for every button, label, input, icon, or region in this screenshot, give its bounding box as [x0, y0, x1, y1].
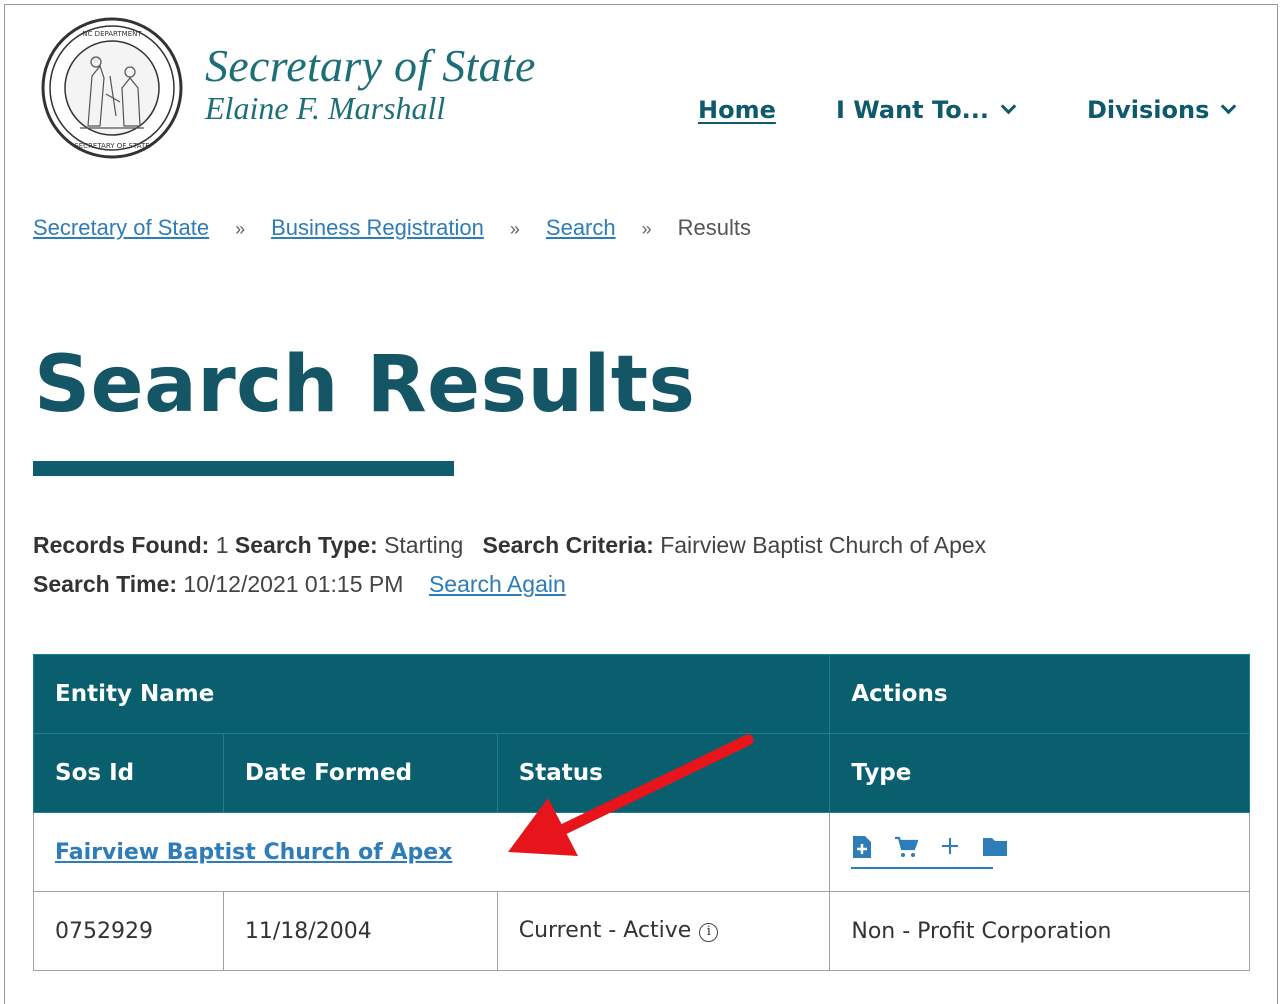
search-again-link[interactable]: Search Again [429, 571, 566, 597]
info-icon[interactable]: i [699, 923, 719, 942]
records-found-value: 1 [215, 532, 229, 558]
folder-icon[interactable] [982, 836, 1008, 864]
breadcrumb-business-registration[interactable]: Business Registration [271, 215, 484, 240]
svg-text:SECRETARY OF STATE: SECRETARY OF STATE [74, 142, 149, 150]
breadcrumb-separator: » [235, 219, 246, 239]
annotation-arrow-icon [508, 734, 754, 856]
table-row: 0752929 11/18/2004 Current - Active i Non… [33, 891, 1250, 971]
sos-id-cell: 0752929 [33, 891, 224, 971]
type-cell: Non - Profit Corporation [829, 891, 1250, 971]
breadcrumb-secretary-of-state[interactable]: Secretary of State [33, 215, 209, 240]
search-criteria-label: Search Criteria: [482, 532, 654, 558]
status-cell: Current - Active i [496, 891, 831, 971]
table-header-row: Entity Name Actions [32, 654, 1250, 734]
file-add-icon[interactable] [851, 835, 873, 865]
header-sos-id: Sos Id [33, 733, 224, 813]
nav-divisions[interactable]: Divisions [1087, 96, 1237, 124]
site-subtitle: Elaine F. Marshall [205, 90, 446, 126]
search-summary: Records Found: 1 Search Type: Starting S… [33, 532, 986, 559]
header-actions: Actions [829, 654, 1250, 734]
shopping-cart-icon[interactable] [894, 835, 919, 865]
nav-divisions-label: Divisions [1087, 96, 1210, 124]
search-time-label: Search Time: [33, 571, 178, 597]
site-title: Secretary of State [205, 40, 536, 91]
chevron-down-icon [1221, 98, 1237, 115]
nav-home[interactable]: Home [698, 96, 776, 124]
status-value: Current - Active [518, 918, 692, 943]
site-brand[interactable]: Secretary of State Elaine F. Marshall [205, 40, 536, 124]
records-found-label: Records Found: [33, 532, 210, 558]
header-entity-name: Entity Name [32, 654, 831, 734]
breadcrumb: Secretary of State » Business Registration… [33, 215, 751, 241]
svg-text:NC DEPARTMENT: NC DEPARTMENT [82, 30, 142, 38]
search-criteria-value: Fairview Baptist Church of Apex [660, 532, 987, 558]
page-title: Search Results [34, 340, 696, 430]
actions-underline [851, 867, 994, 869]
title-underline-bar [33, 461, 454, 476]
header-type: Type [829, 733, 1250, 813]
breadcrumb-search[interactable]: Search [546, 215, 616, 240]
search-type-value: Starting [384, 532, 464, 558]
breadcrumb-separator: » [509, 219, 520, 239]
plus-icon[interactable] [939, 835, 961, 865]
search-time-value: 10/12/2021 01:15 PM [183, 571, 404, 597]
nc-seal-logo[interactable]: NC DEPARTMENT SECRETARY OF STATE [40, 16, 184, 160]
actions-cell [829, 812, 1250, 892]
nav-i-want-to[interactable]: I Want To... [836, 96, 1017, 124]
breadcrumb-current: Results [677, 215, 751, 240]
breadcrumb-separator: » [641, 219, 652, 239]
header-date-formed: Date Formed [222, 733, 498, 813]
entity-name-link[interactable]: Fairview Baptist Church of Apex [55, 840, 452, 865]
date-formed-cell: 11/18/2004 [222, 891, 498, 971]
chevron-down-icon [1000, 98, 1017, 115]
search-time-line: Search Time: 10/12/2021 01:15 PM Search … [33, 571, 566, 598]
nav-i-want-to-label: I Want To... [836, 96, 990, 124]
search-type-label: Search Type: [234, 532, 378, 558]
